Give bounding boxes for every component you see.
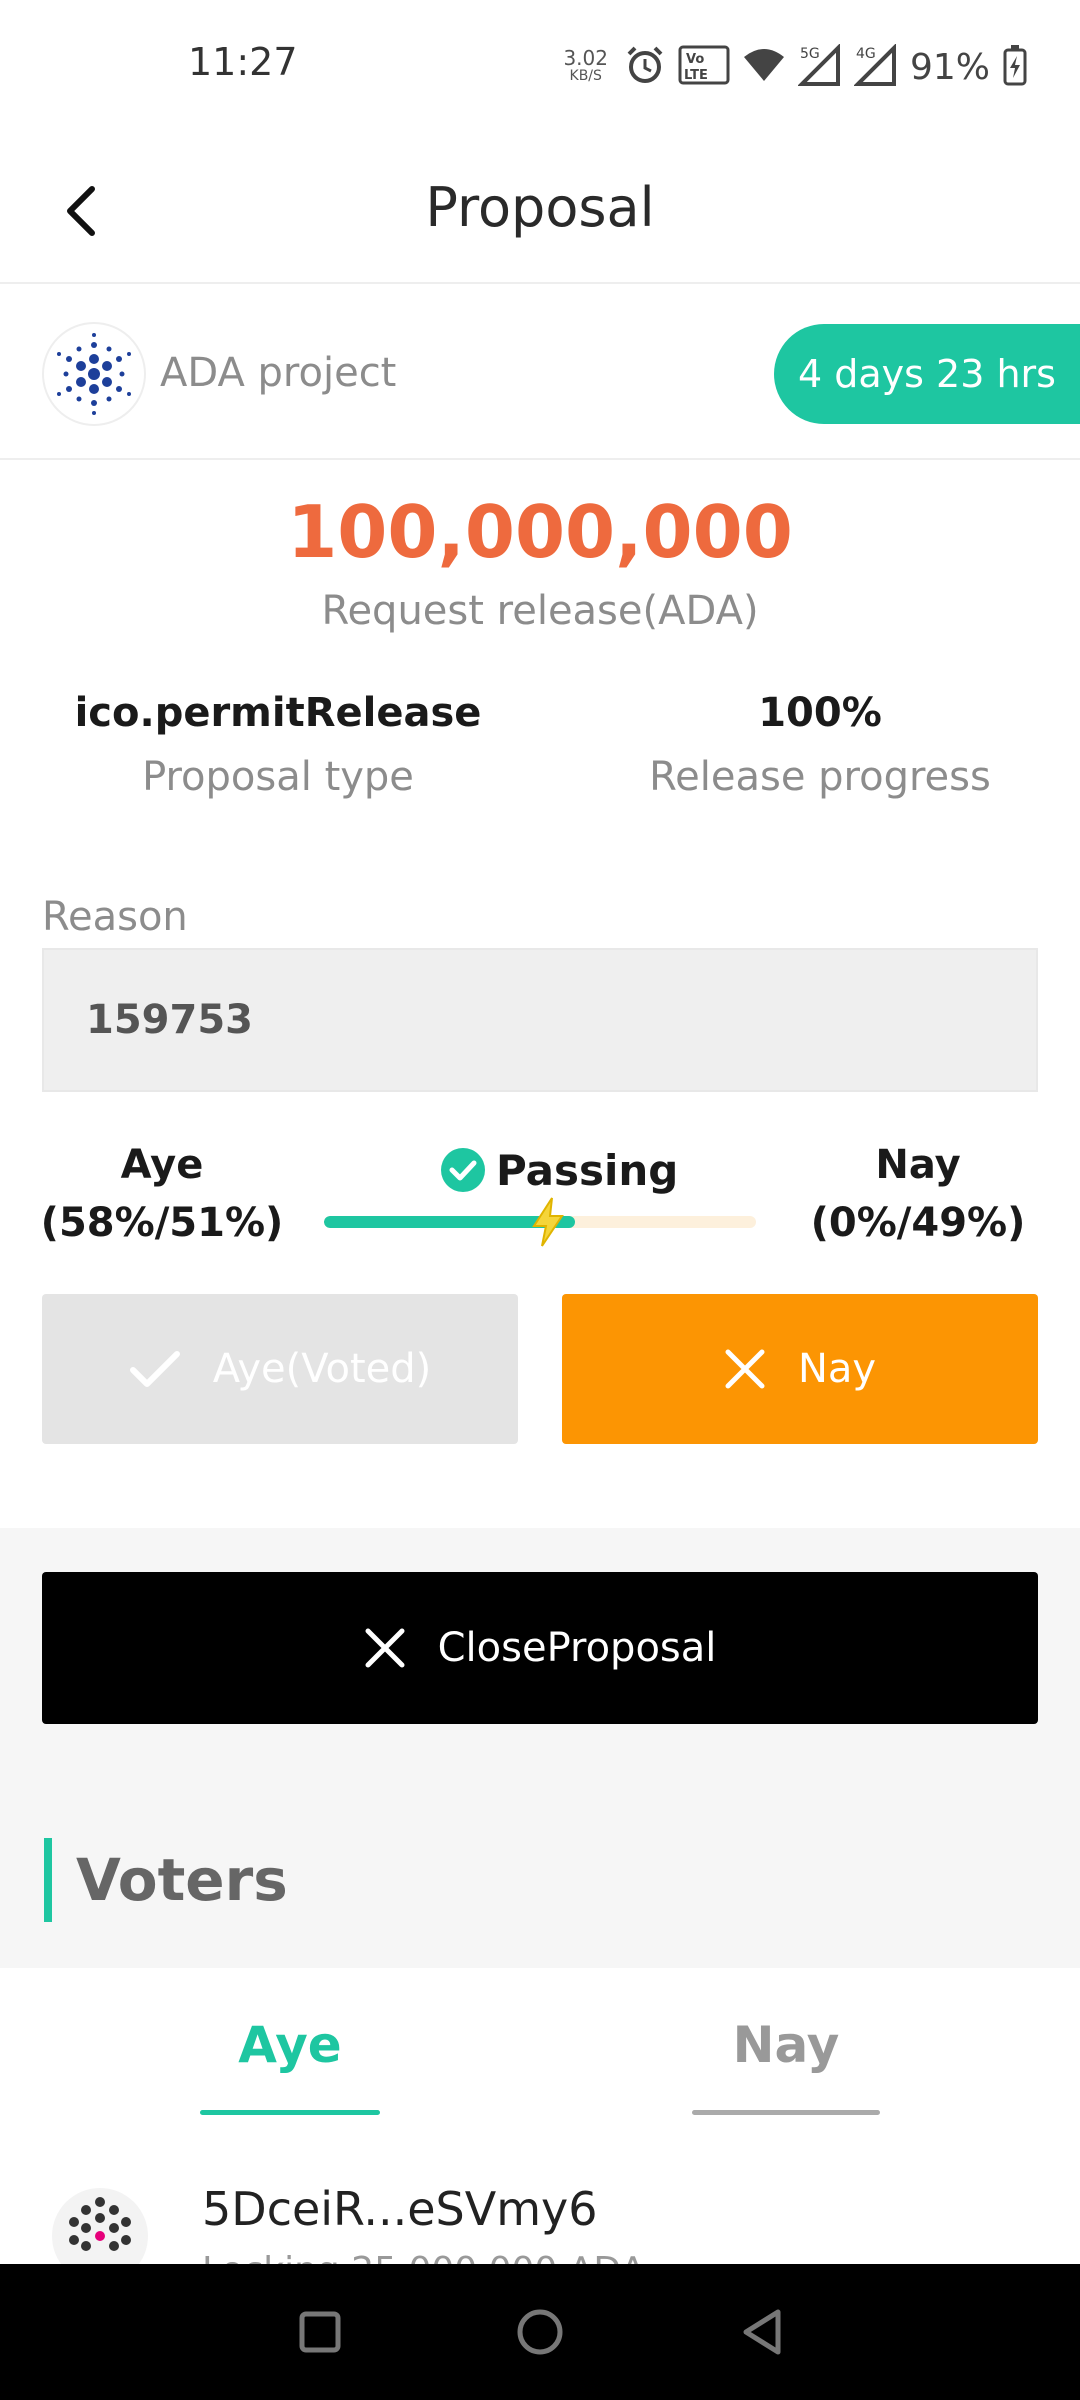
tab-aye[interactable]: Aye xyxy=(200,2016,380,2074)
nay-percent: (0%/49%) xyxy=(810,1200,1026,1246)
page-title: Proposal xyxy=(425,176,655,239)
aye-voted-button[interactable]: Aye(Voted) xyxy=(42,1294,518,1444)
svg-text:LTE: LTE xyxy=(684,68,708,83)
battery-charging-icon xyxy=(1002,44,1028,90)
status-bar: 11:27 3.02 KB/S Vo LTE 5G 4G 91% xyxy=(0,0,1080,136)
aye-button-label: Aye(Voted) xyxy=(212,1346,432,1392)
svg-text:5G: 5G xyxy=(800,46,820,62)
nay-summary: Nay (0%/49%) xyxy=(788,1136,1048,1252)
nay-label: Nay xyxy=(875,1142,961,1188)
proposal-type-label: Proposal type xyxy=(142,754,414,800)
net-speed-value: 3.02 xyxy=(563,46,608,70)
svg-text:Vo: Vo xyxy=(686,52,704,67)
battery-text: 91% xyxy=(909,46,990,88)
request-amount-label: Request release(ADA) xyxy=(321,588,759,634)
nay-button[interactable]: Nay xyxy=(562,1294,1038,1444)
status-time: 11:27 xyxy=(188,40,298,84)
tab-nay[interactable]: Nay xyxy=(692,2016,880,2074)
aye-label: Aye xyxy=(120,1142,204,1188)
check-icon xyxy=(129,1351,180,1387)
net-speed: 3.02 KB/S xyxy=(563,46,608,85)
volte-icon: Vo LTE xyxy=(678,45,730,89)
close-proposal-button[interactable]: CloseProposal xyxy=(42,1572,1038,1724)
passing-status: Passing xyxy=(440,1140,678,1200)
time-remaining-badge: 4 days 23 hrs xyxy=(774,324,1080,424)
alarm-icon xyxy=(624,44,666,90)
proposal-type-value: ico.permitRelease xyxy=(74,690,482,736)
svg-text:4G: 4G xyxy=(856,46,876,62)
project-name: ADA project xyxy=(160,350,397,396)
tab-aye-underline xyxy=(200,2110,380,2115)
voter-address[interactable]: 5DceiR...eSVmy6 xyxy=(202,2182,598,2236)
signal-4g-icon: 4G xyxy=(853,43,898,90)
nay-button-label: Nay xyxy=(797,1346,877,1392)
tab-nay-underline xyxy=(692,2110,880,2115)
close-proposal-label: CloseProposal xyxy=(437,1625,717,1671)
project-avatar xyxy=(42,322,146,426)
reason-field: 159753 xyxy=(42,948,1038,1092)
status-icons: 3.02 KB/S Vo LTE 5G 4G 91% xyxy=(563,43,1028,90)
release-progress-value: 100% xyxy=(758,690,882,736)
aye-percent: (58%/51%) xyxy=(40,1200,284,1246)
close-icon xyxy=(725,1349,765,1389)
release-progress-stat: 100% Release progress xyxy=(590,690,1050,800)
proposal-type-stat: ico.permitRelease Proposal type xyxy=(48,690,508,800)
aye-summary: Aye (58%/51%) xyxy=(32,1136,292,1252)
check-circle-icon xyxy=(441,1148,485,1192)
system-nav-bar xyxy=(0,2264,1080,2400)
passing-status-text: Passing xyxy=(496,1145,679,1195)
close-icon xyxy=(365,1628,405,1668)
cardano-logo-icon xyxy=(57,333,131,415)
back-nav-icon[interactable] xyxy=(730,2300,794,2364)
wifi-icon xyxy=(742,47,786,87)
home-icon[interactable] xyxy=(508,2300,572,2364)
release-progress-label: Release progress xyxy=(649,754,991,800)
request-amount: 100,000,000 xyxy=(287,490,793,574)
signal-5g-icon: 5G xyxy=(797,43,842,90)
voters-accent-bar xyxy=(44,1838,52,1922)
lightning-icon xyxy=(532,1197,564,1247)
reason-label: Reason xyxy=(42,894,188,940)
voters-title: Voters xyxy=(76,1846,288,1914)
net-speed-unit: KB/S xyxy=(569,68,602,84)
app-header: Proposal xyxy=(0,136,1080,284)
recent-apps-icon[interactable] xyxy=(288,2300,352,2364)
project-row: ADA project 4 days 23 hrs xyxy=(0,284,1080,460)
